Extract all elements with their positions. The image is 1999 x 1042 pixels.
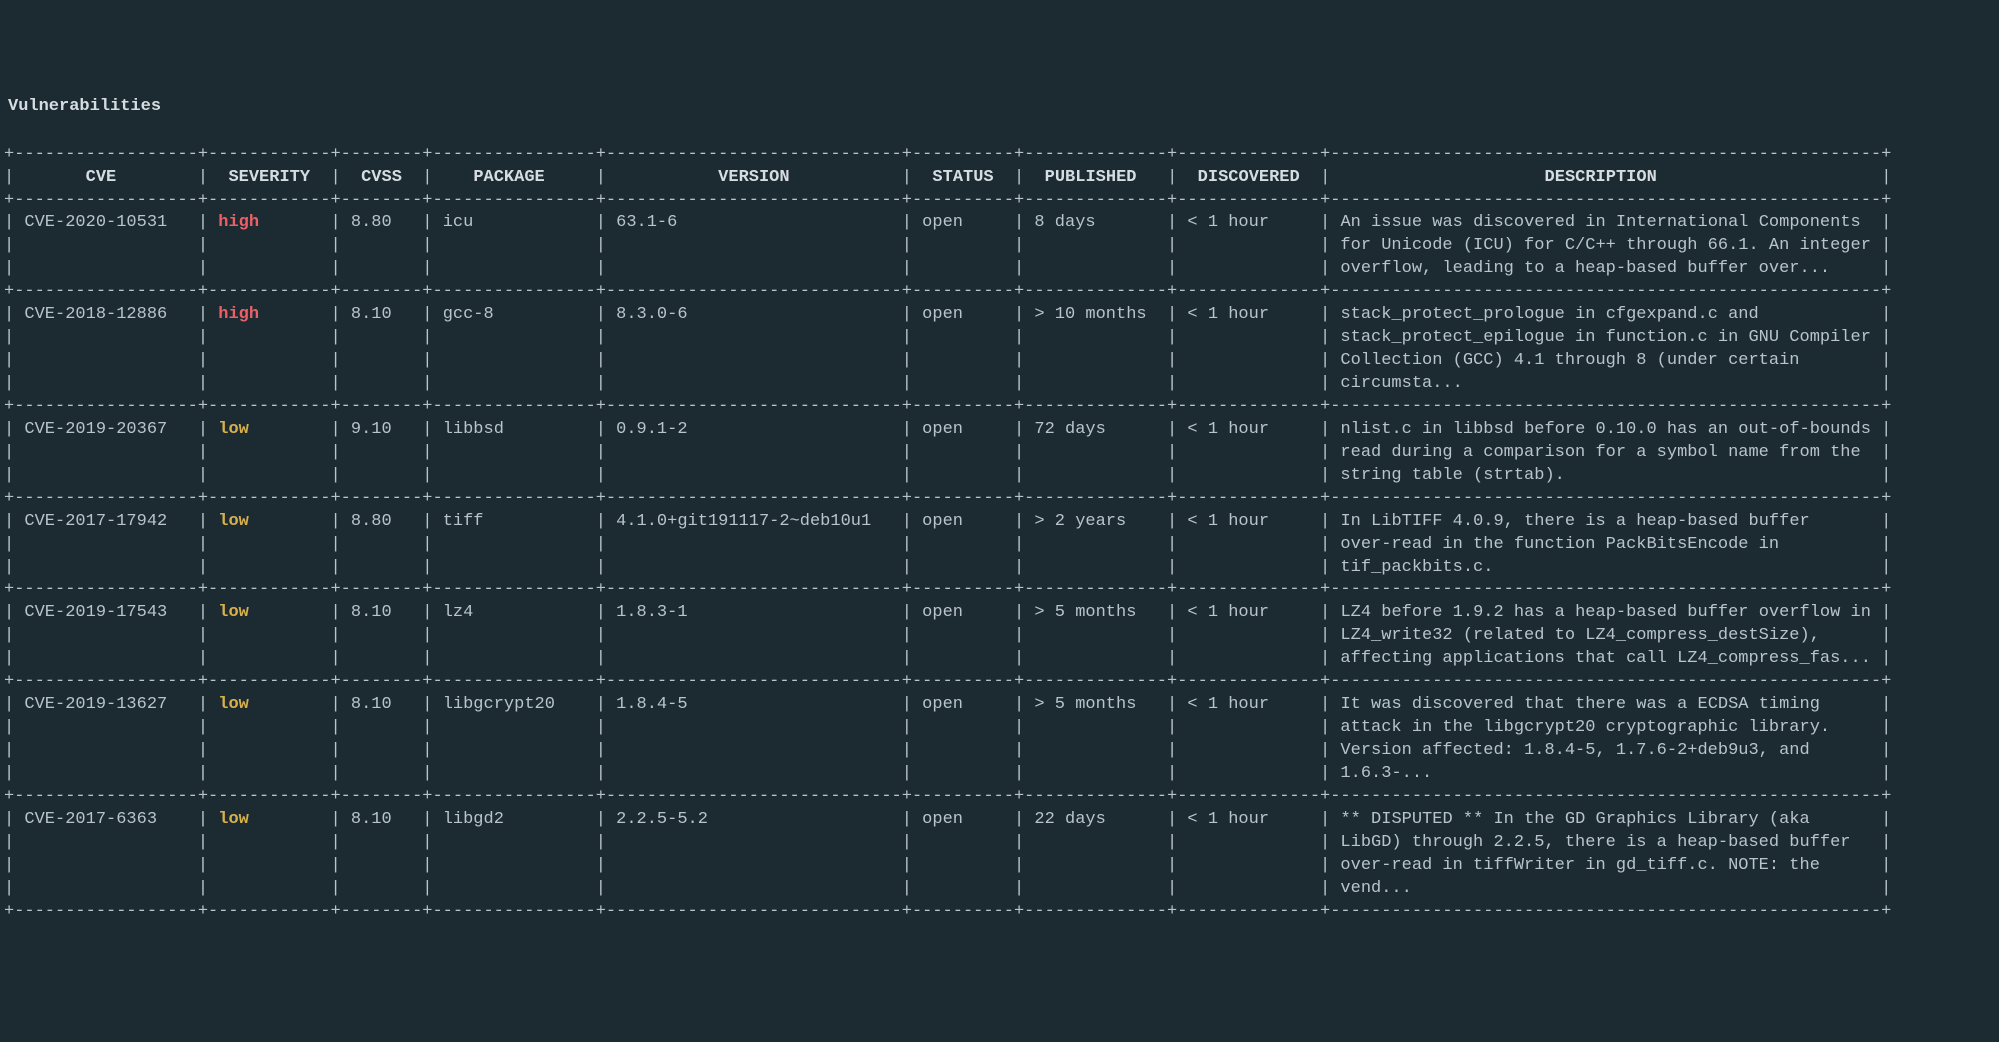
section-title: Vulnerabilities — [4, 96, 1995, 119]
vulnerabilities-table: +------------------+------------+-------… — [4, 144, 1995, 924]
